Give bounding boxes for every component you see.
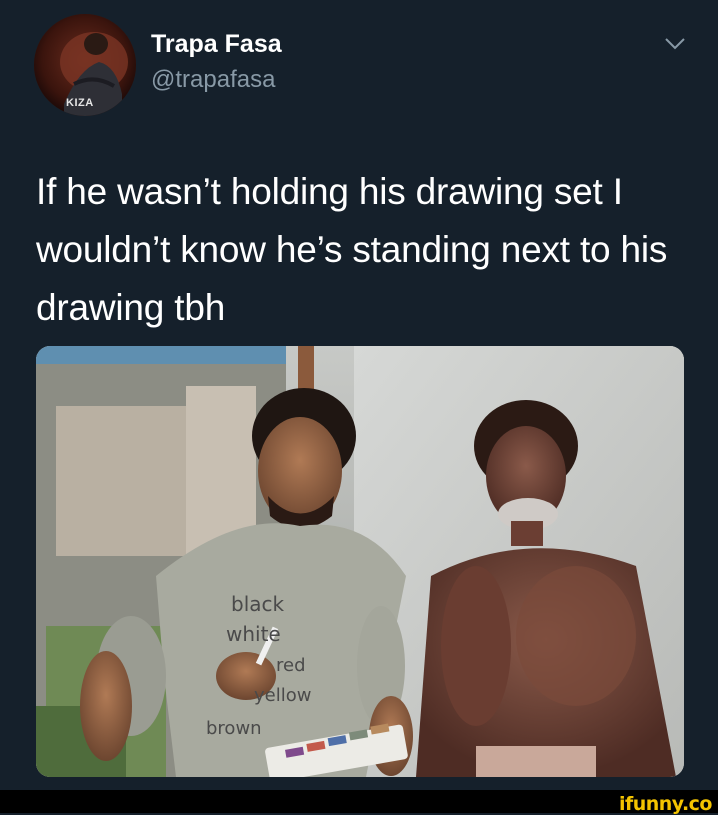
shirt-text-brown: brown bbox=[206, 718, 262, 739]
chevron-down-icon[interactable] bbox=[664, 36, 686, 52]
watermark-logo: ifunny.co bbox=[618, 793, 713, 815]
avatar-badge: KIZA bbox=[66, 97, 94, 109]
user-handle[interactable]: @trapafasa bbox=[151, 66, 275, 94]
footer-bar bbox=[0, 790, 718, 813]
shirt-text-yellow: yellow bbox=[254, 685, 311, 706]
shirt-text-white: white bbox=[226, 622, 281, 646]
tweet-card: KIZA Trapa Fasa @trapafasa If he wasn’t … bbox=[0, 0, 718, 790]
display-name[interactable]: Trapa Fasa bbox=[151, 30, 282, 59]
tweet-photo[interactable]: black white red yellow brown bbox=[36, 346, 684, 777]
shirt-text-red: red bbox=[276, 655, 306, 676]
shirt-text-black: black bbox=[231, 592, 285, 616]
tweet-text: If he wasn’t holding his drawing set I w… bbox=[36, 171, 668, 328]
photo-image: black white red yellow brown bbox=[36, 346, 684, 777]
